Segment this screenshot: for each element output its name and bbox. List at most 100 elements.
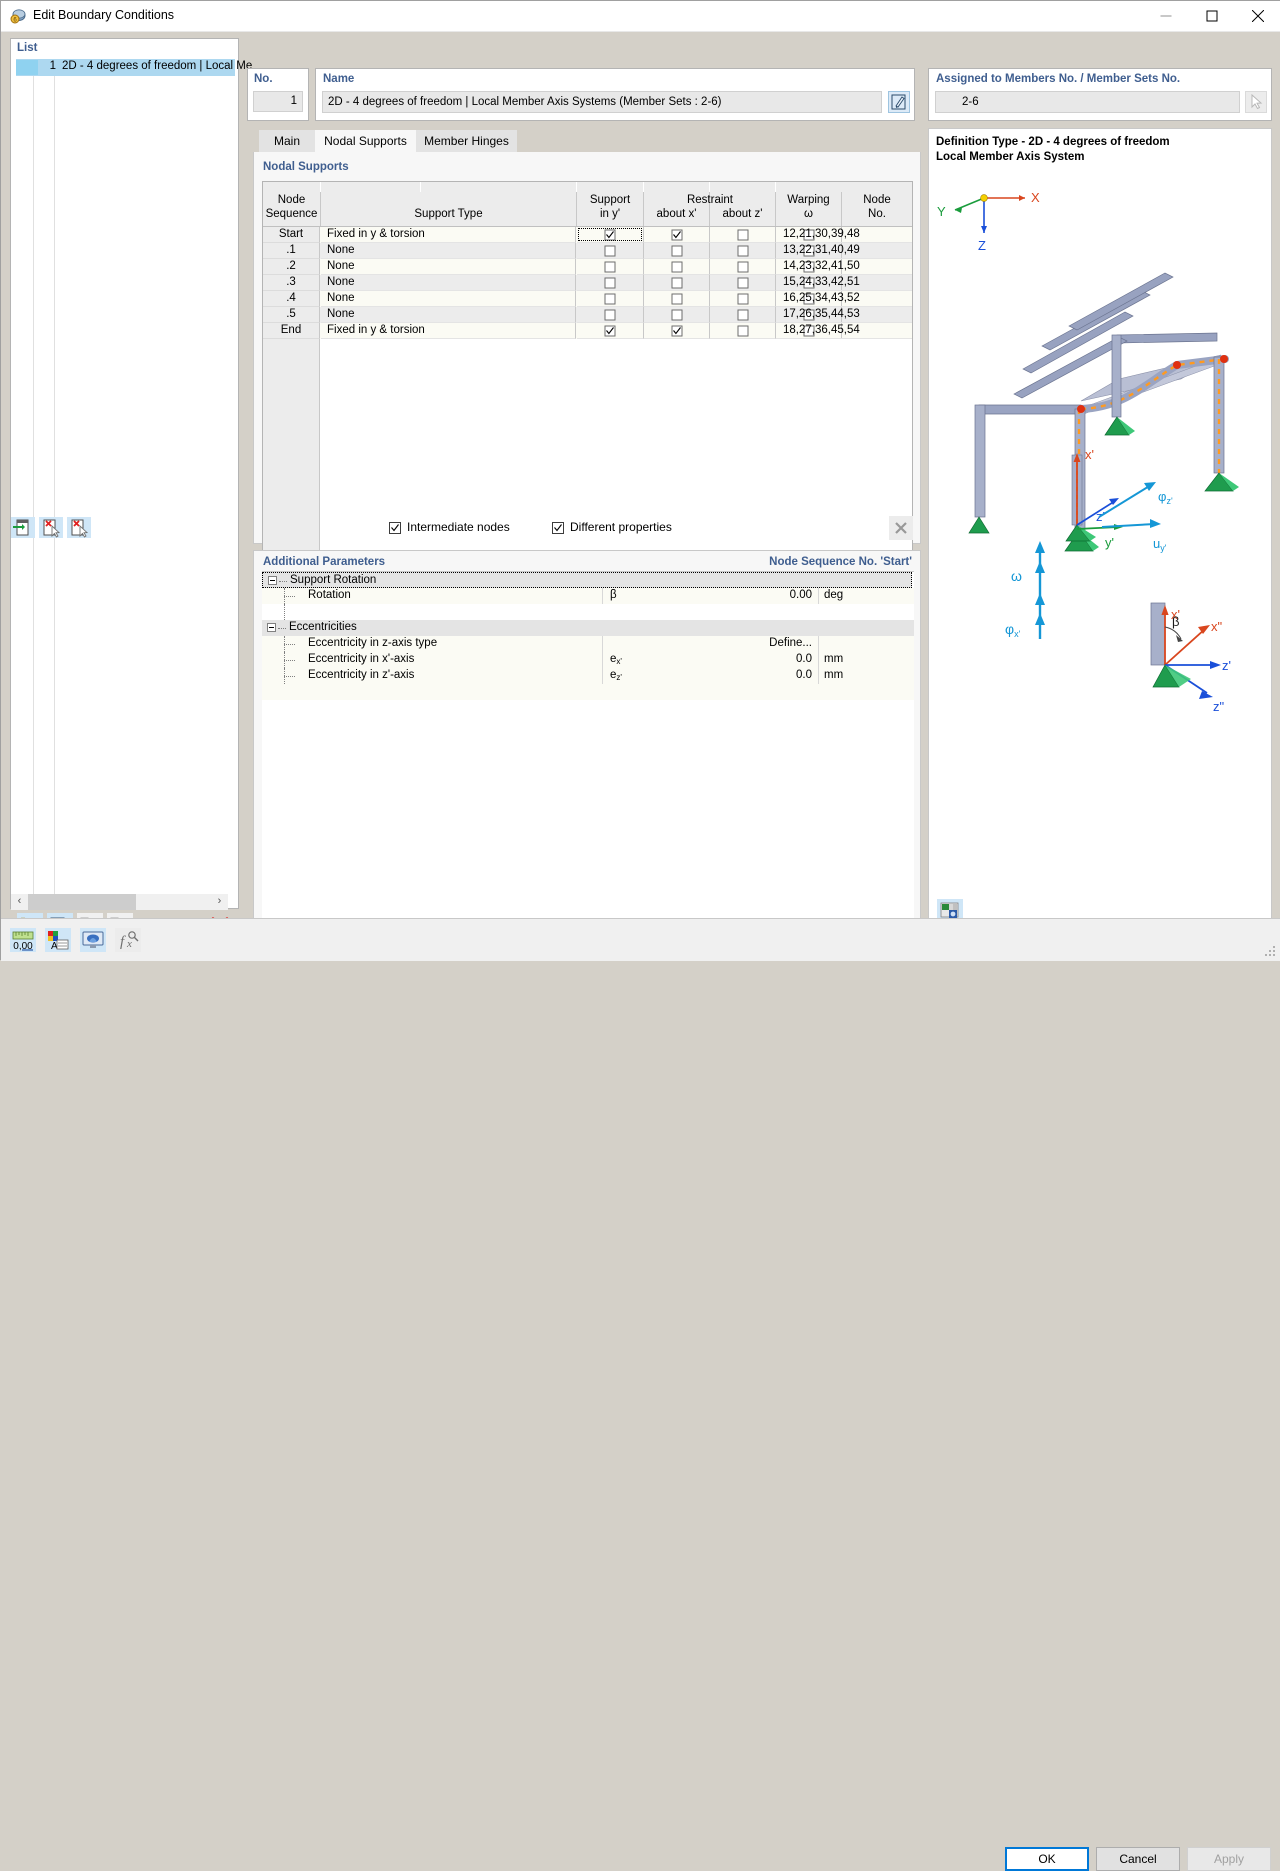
name-label: Name [323,73,354,85]
cell-support-in-y[interactable] [577,243,644,259]
cell-restraint-about-x[interactable] [644,307,710,323]
close-button[interactable] [1235,1,1280,31]
tab-nodal-supports[interactable]: Nodal Supports [315,130,416,152]
cell-support-type[interactable]: Fixed in y & torsion [321,227,576,243]
cell-support-type[interactable]: None [321,307,576,323]
units-button[interactable]: 0,00 [10,928,36,952]
display-properties-button[interactable]: A [45,928,71,952]
delete-all-rows-button[interactable] [67,517,91,538]
resize-grip[interactable] [1265,946,1277,958]
cell-support-in-y[interactable] [577,259,644,275]
checkbox-restraint-about-z[interactable] [737,277,748,288]
checkbox-restraint-about-x[interactable] [671,325,682,336]
scroll-right-icon[interactable]: › [211,894,228,910]
group-eccentricities[interactable]: Eccentricities [262,620,914,636]
table-row[interactable]: .3None15,24,33,42,51 [263,275,912,291]
checkbox-restraint-about-z[interactable] [737,325,748,336]
checkbox-support-in-y[interactable] [605,325,616,336]
delete-row-button[interactable] [39,517,63,538]
insert-row-button[interactable] [11,517,35,538]
table-row[interactable]: .4None16,25,34,43,52 [263,291,912,307]
list-item[interactable]: 1 2D - 4 degrees of freedom | Local Me [16,59,235,76]
param-row-ecc-z[interactable]: Eccentricity in z'-axis ez' 0.0 mm [262,668,914,684]
number-field[interactable]: 1 [253,91,303,112]
checkbox-restraint-about-z[interactable] [737,293,748,304]
tab-main[interactable]: Main [259,130,315,152]
cell-restraint-about-x[interactable] [644,259,710,275]
collapse-icon[interactable] [268,576,277,585]
tab-member-hinges[interactable]: Member Hinges [416,130,517,152]
cell-restraint-about-x[interactable] [644,275,710,291]
checkbox-restraint-about-z[interactable] [737,245,748,256]
cell-restraint-about-z[interactable] [710,275,776,291]
edit-pencil-icon[interactable] [888,91,910,113]
name-field[interactable]: 2D - 4 degrees of freedom | Local Member… [322,91,882,113]
checkbox-restraint-about-x[interactable] [671,245,682,256]
param-row-ecc-z-type[interactable]: Eccentricity in z-axis type Define... [262,636,914,652]
table-row[interactable]: StartFixed in y & torsion12,21,30,39,48 [263,227,912,243]
cell-restraint-about-z[interactable] [710,227,776,243]
cell-restraint-about-x[interactable] [644,227,710,243]
model-3d-view[interactable]: X Y Z [929,169,1271,899]
ok-button[interactable]: OK [1005,1847,1089,1871]
cell-support-in-y[interactable] [577,323,644,339]
scroll-left-icon[interactable]: ‹ [11,894,28,910]
svg-text:ω: ω [1011,568,1022,584]
cell-restraint-about-z[interactable] [710,307,776,323]
minimize-button[interactable] [1143,1,1189,31]
assigned-field[interactable]: 2-6 [935,91,1240,113]
cell-restraint-about-x[interactable] [644,243,710,259]
table-row[interactable]: .2None14,23,32,41,50 [263,259,912,275]
checkbox-restraint-about-z[interactable] [737,229,748,240]
checkbox-restraint-about-x[interactable] [671,261,682,272]
param-value[interactable]: 0.0 [662,669,812,681]
cell-support-in-y[interactable] [577,307,644,323]
cell-support-type[interactable]: None [321,291,576,307]
checkbox-restraint-about-z[interactable] [737,309,748,320]
header-line-1: Support Type [321,208,576,220]
table-row[interactable]: .1None13,22,31,40,49 [263,243,912,259]
checkbox-restraint-about-x[interactable] [671,309,682,320]
param-value[interactable]: 0.00 [662,589,812,601]
cell-support-type[interactable]: Fixed in y & torsion [321,323,576,339]
cell-support-type[interactable]: None [321,243,576,259]
dialog-body: List 1 2D - 4 degrees of freedom | Local… [1,32,1280,940]
cell-restraint-about-x[interactable] [644,323,710,339]
cell-support-type[interactable]: None [321,259,576,275]
header-line-2: ω [776,208,841,220]
group-support-rotation[interactable]: Support Rotation [262,572,912,588]
checkbox-restraint-about-x[interactable] [671,277,682,288]
cell-restraint-about-z[interactable] [710,323,776,339]
cell-restraint-about-x[interactable] [644,291,710,307]
checkbox-support-in-y[interactable] [605,277,616,288]
cell-restraint-about-z[interactable] [710,291,776,307]
table-row[interactable]: EndFixed in y & torsion18,27,36,45,54 [263,323,912,339]
cell-support-in-y[interactable] [577,275,644,291]
cell-support-in-y[interactable] [577,227,644,243]
param-row-ecc-x[interactable]: Eccentricity in x'-axis ex' 0.0 mm [262,652,914,668]
checkbox-support-in-y[interactable] [605,293,616,304]
cell-support-in-y[interactable] [577,291,644,307]
cell-support-type[interactable]: None [321,275,576,291]
checkbox-restraint-about-z[interactable] [737,261,748,272]
maximize-button[interactable] [1189,1,1235,31]
checkbox-support-in-y[interactable] [605,261,616,272]
render-button[interactable] [80,928,106,952]
scroll-thumb[interactable] [28,894,136,910]
table-row[interactable]: .5None17,26,35,44,53 [263,307,912,323]
param-value[interactable]: 0.0 [662,653,812,665]
param-value[interactable]: Define... [662,637,812,649]
checkbox-restraint-about-x[interactable] [671,293,682,304]
cancel-button[interactable]: Cancel [1096,1847,1180,1871]
param-row-rotation[interactable]: Rotation β 0.00 deg [262,588,914,604]
checkbox-support-in-y[interactable] [605,309,616,320]
list-horizontal-scrollbar[interactable]: ‹ › [11,894,228,910]
cell-restraint-about-z[interactable] [710,243,776,259]
cell-restraint-about-z[interactable] [710,259,776,275]
checkbox-support-in-y[interactable] [605,245,616,256]
close-x-icon[interactable] [889,516,913,540]
param-symbol: ex' [610,653,622,666]
checkbox-restraint-about-x[interactable] [671,229,682,240]
collapse-icon[interactable] [267,623,276,632]
column-header-support-in-y: Support in y' [577,192,644,227]
